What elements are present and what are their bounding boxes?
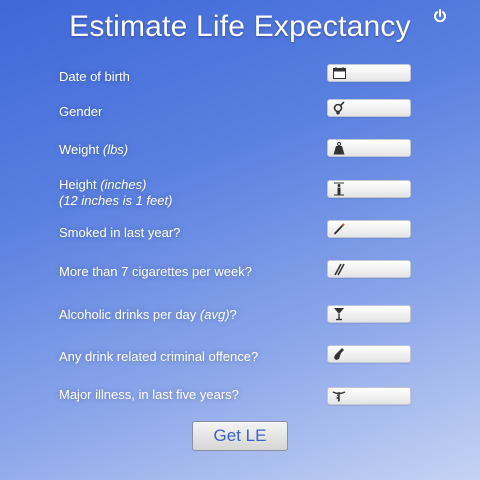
gender-icon (332, 101, 346, 115)
weight-label: Weight (lbs) (59, 142, 129, 157)
calendar-icon (332, 66, 346, 80)
dob-field[interactable] (327, 64, 411, 82)
height-icon (332, 182, 346, 196)
smoked-label: Smoked in last year? (59, 225, 181, 240)
dob-label: Date of birth (59, 69, 130, 84)
cigarettes-label: More than 7 cigarettes per week? (59, 264, 252, 279)
height-field[interactable] (327, 180, 411, 198)
power-button[interactable] (430, 6, 450, 26)
alcohol-field[interactable] (327, 305, 411, 323)
alcohol-glass-icon (332, 307, 346, 321)
offence-label: Any drink related criminal offence? (59, 349, 259, 364)
power-icon (434, 9, 446, 23)
alcohol-label: Alcoholic drinks per day (avg)? (59, 307, 237, 322)
gender-field[interactable] (327, 99, 411, 117)
cigarettes-icon (332, 262, 346, 276)
get-le-button[interactable]: Get LE (192, 421, 288, 451)
page-title: Estimate Life Expectancy (69, 10, 411, 43)
offence-field[interactable] (327, 345, 411, 363)
bottle-icon (332, 347, 346, 361)
weight-field[interactable] (327, 139, 411, 157)
smoked-field[interactable] (327, 220, 411, 238)
cigarettes-field[interactable] (327, 260, 411, 278)
weight-icon (332, 141, 346, 155)
cigarette-icon (332, 222, 346, 236)
illness-label: Major illness, in last five years? (59, 387, 239, 402)
caduceus-icon (332, 389, 346, 403)
height-label: Height (inches) (12 inches is 1 feet) (59, 177, 173, 208)
illness-field[interactable] (327, 387, 411, 405)
gender-label: Gender (59, 104, 103, 119)
